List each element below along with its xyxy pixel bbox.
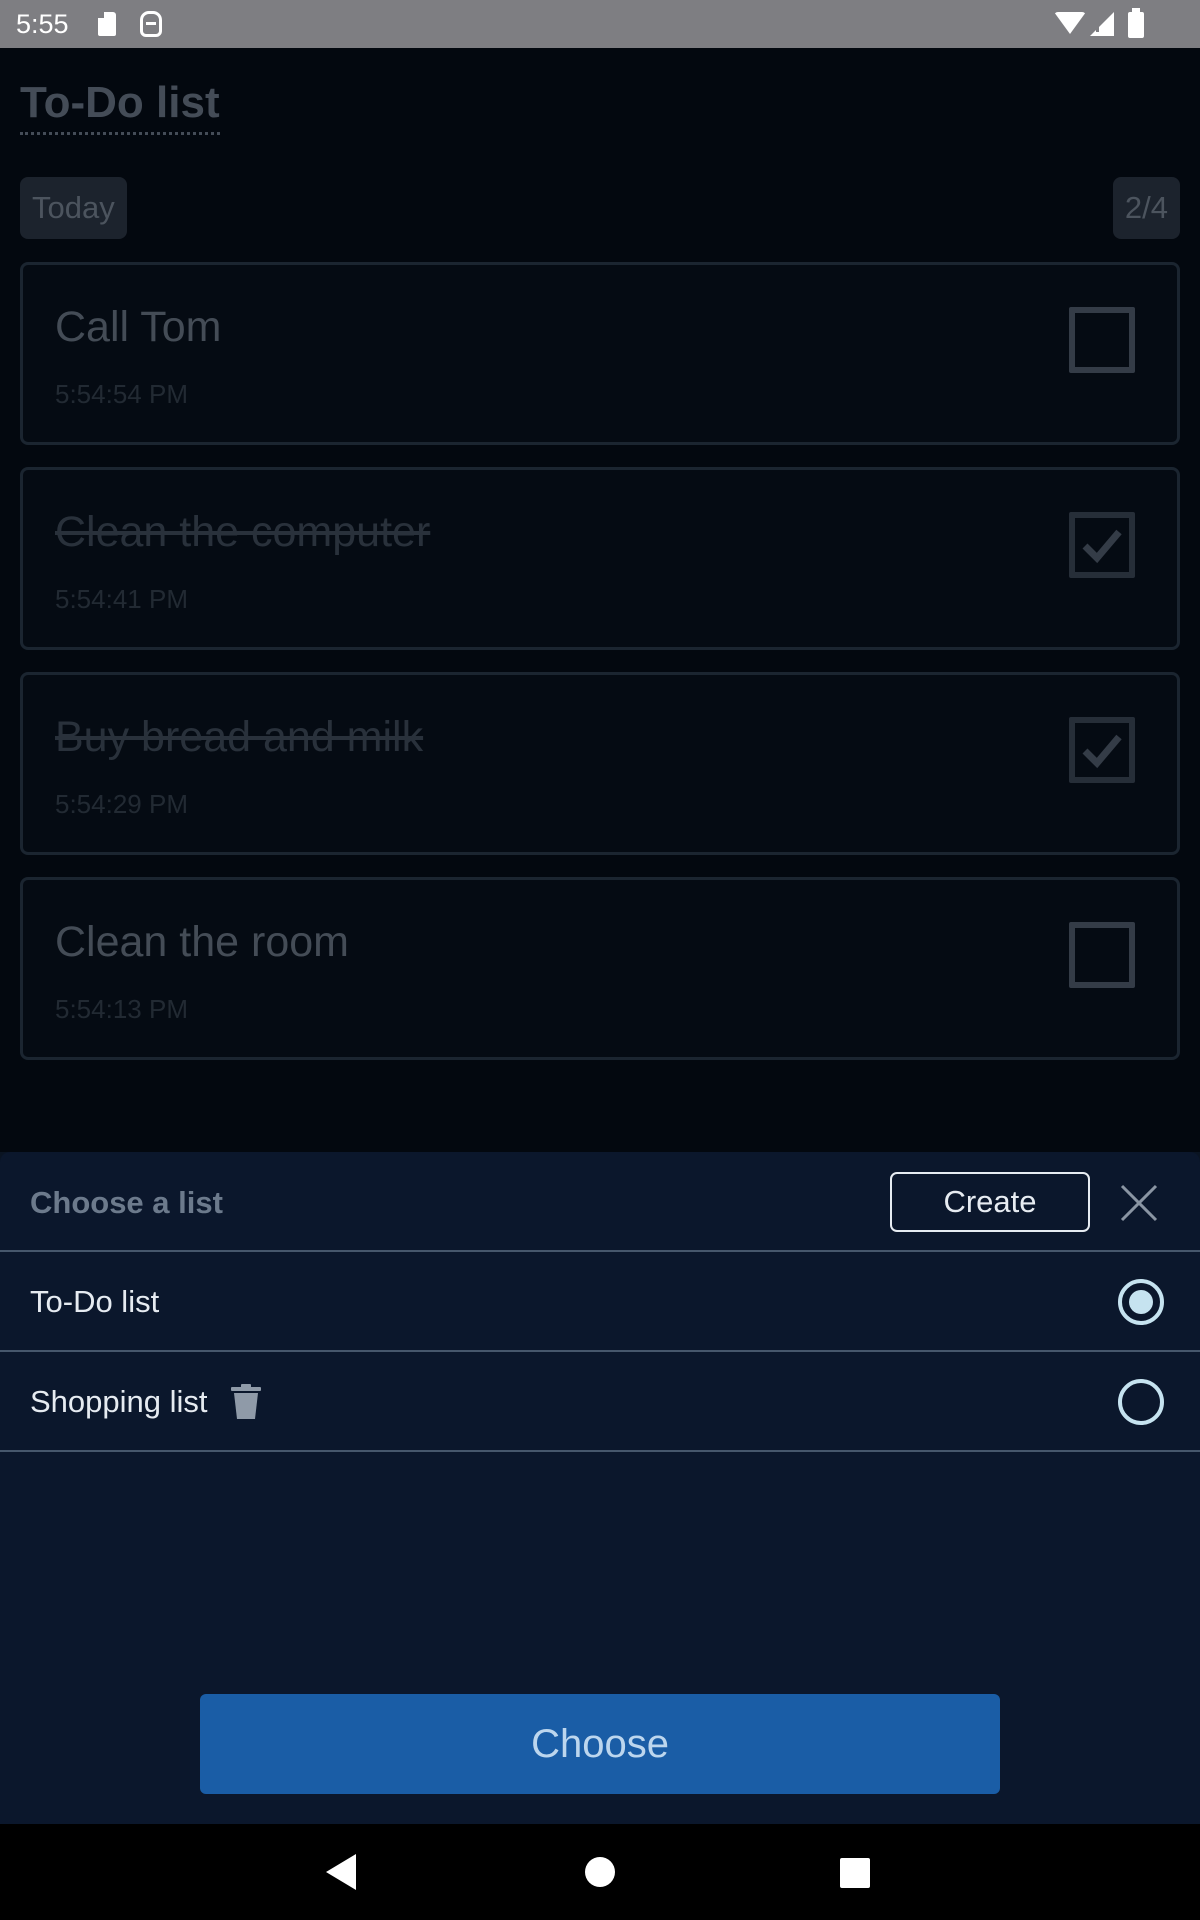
task-title: Clean the computer — [55, 508, 431, 556]
close-icon — [1120, 1184, 1158, 1222]
task-item[interactable]: Clean the computer 5:54:41 PM — [20, 467, 1180, 650]
signal-icon — [1090, 12, 1114, 36]
task-item[interactable]: Buy bread and milk 5:54:29 PM — [20, 672, 1180, 855]
recents-icon[interactable] — [840, 1858, 870, 1888]
sd-card-icon — [98, 12, 116, 36]
task-checkbox[interactable] — [1069, 922, 1135, 988]
wifi-icon — [1054, 12, 1086, 34]
choose-list-sheet: Choose a list Create To-Do list Shopping… — [0, 1152, 1200, 1824]
sheet-title: Choose a list — [30, 1185, 223, 1220]
list-option-label: To-Do list — [30, 1284, 160, 1319]
sheet-header: Choose a list Create — [0, 1152, 1200, 1252]
todo-app-background: To-Do list Today 2/4 Call Tom 5:54:54 PM… — [0, 48, 1200, 1152]
task-time: 5:54:54 PM — [55, 379, 188, 409]
task-title: Call Tom — [55, 303, 222, 351]
today-chip[interactable]: Today — [20, 177, 127, 239]
list-title[interactable]: To-Do list — [20, 78, 220, 135]
task-item[interactable]: Call Tom 5:54:54 PM — [20, 262, 1180, 445]
system-nav-bar — [0, 1824, 1200, 1920]
trash-icon[interactable] — [230, 1384, 262, 1420]
create-button[interactable]: Create — [890, 1172, 1090, 1232]
check-icon — [1082, 734, 1122, 769]
close-button[interactable] — [1118, 1182, 1160, 1224]
task-checkbox[interactable] — [1069, 717, 1135, 783]
radio-unselected[interactable] — [1118, 1379, 1164, 1425]
task-checkbox[interactable] — [1069, 512, 1135, 578]
list-option-shopping[interactable]: Shopping list — [0, 1352, 1200, 1452]
list-option-label: Shopping list — [30, 1384, 208, 1419]
progress-badge: 2/4 — [1112, 177, 1180, 239]
battery-icon — [1128, 8, 1144, 38]
robot-icon — [140, 11, 162, 37]
status-time: 5:55 — [16, 9, 69, 39]
task-time: 5:54:13 PM — [55, 994, 188, 1024]
task-item[interactable]: Clean the room 5:54:13 PM — [20, 877, 1180, 1060]
status-bar: 5:55 — [0, 0, 1200, 48]
task-time: 5:54:41 PM — [55, 584, 188, 614]
check-icon — [1082, 529, 1122, 564]
back-icon[interactable] — [326, 1854, 356, 1890]
task-time: 5:54:29 PM — [55, 789, 188, 819]
task-checkbox[interactable] — [1069, 307, 1135, 373]
home-icon[interactable] — [585, 1857, 615, 1887]
task-title: Clean the room — [55, 918, 349, 966]
radio-selected[interactable] — [1118, 1279, 1164, 1325]
task-title: Buy bread and milk — [55, 713, 424, 761]
list-option-todo[interactable]: To-Do list — [0, 1252, 1200, 1352]
choose-button[interactable]: Choose — [200, 1694, 1000, 1794]
